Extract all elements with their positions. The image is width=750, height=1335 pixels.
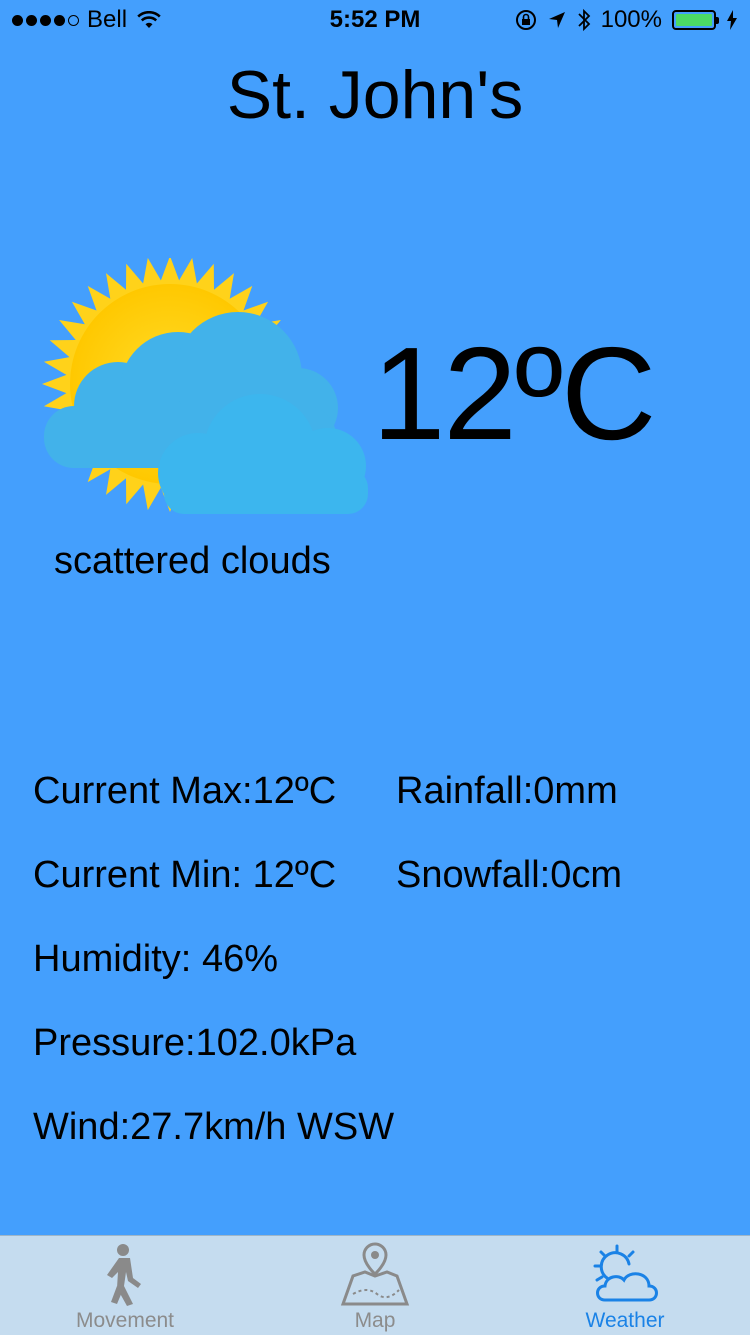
status-right: 100% bbox=[515, 6, 738, 34]
current-min-label: Current Min: bbox=[33, 854, 243, 896]
orientation-lock-icon bbox=[515, 10, 536, 30]
snowfall-value: 0cm bbox=[550, 854, 622, 896]
battery-percent: 100% bbox=[600, 6, 662, 33]
tab-map-label: Map bbox=[354, 1309, 396, 1332]
sun-behind-clouds-icon bbox=[42, 258, 368, 514]
city-title: St. John's bbox=[226, 57, 524, 133]
weather-description: scattered clouds bbox=[54, 540, 331, 582]
wind-value: 27.7km/h WSW bbox=[130, 1106, 395, 1148]
wind: Wind:27.7km/h WSW bbox=[33, 1106, 394, 1149]
status-bar: Bell 5:52 PM 100% bbox=[0, 0, 750, 40]
pressure: Pressure:102.0kPa bbox=[33, 1022, 356, 1065]
pressure-value: 102.0kPa bbox=[195, 1022, 357, 1064]
tab-movement-label: Movement bbox=[75, 1309, 175, 1332]
tab-map[interactable]: Map bbox=[250, 1236, 500, 1335]
humidity: Humidity: 46% bbox=[33, 938, 278, 981]
wind-label: Wind: bbox=[33, 1106, 131, 1148]
tab-weather-label: Weather bbox=[585, 1309, 665, 1332]
snowfall: Snowfall:0cm bbox=[396, 854, 622, 897]
charging-bolt-icon bbox=[727, 10, 737, 30]
walking-person-icon bbox=[107, 1244, 141, 1306]
battery-icon bbox=[672, 10, 719, 30]
current-max-label: Current Max: bbox=[33, 770, 253, 812]
tab-weather[interactable]: Weather bbox=[500, 1236, 750, 1335]
current-max: Current Max:12ºC bbox=[33, 770, 336, 813]
rainfall-value: 0mm bbox=[533, 770, 618, 812]
humidity-label: Humidity: bbox=[33, 938, 192, 980]
tab-bar: Movement Map Weather bbox=[0, 1235, 750, 1335]
pressure-label: Pressure: bbox=[33, 1022, 196, 1064]
current-max-value: 12ºC bbox=[252, 770, 337, 812]
current-min-value: 12ºC bbox=[252, 854, 337, 896]
current-temperature: 12ºC bbox=[372, 320, 656, 467]
humidity-value: 46% bbox=[201, 938, 278, 980]
location-arrow-icon bbox=[548, 12, 565, 28]
weather-icon bbox=[593, 1244, 658, 1302]
rainfall-label: Rainfall: bbox=[396, 770, 534, 812]
snowfall-label: Snowfall: bbox=[396, 854, 551, 896]
current-min: Current Min: 12ºC bbox=[33, 854, 336, 897]
tab-movement[interactable]: Movement bbox=[0, 1236, 250, 1335]
bluetooth-icon bbox=[577, 8, 590, 32]
map-pin-icon bbox=[340, 1242, 410, 1306]
rainfall: Rainfall:0mm bbox=[396, 770, 618, 813]
